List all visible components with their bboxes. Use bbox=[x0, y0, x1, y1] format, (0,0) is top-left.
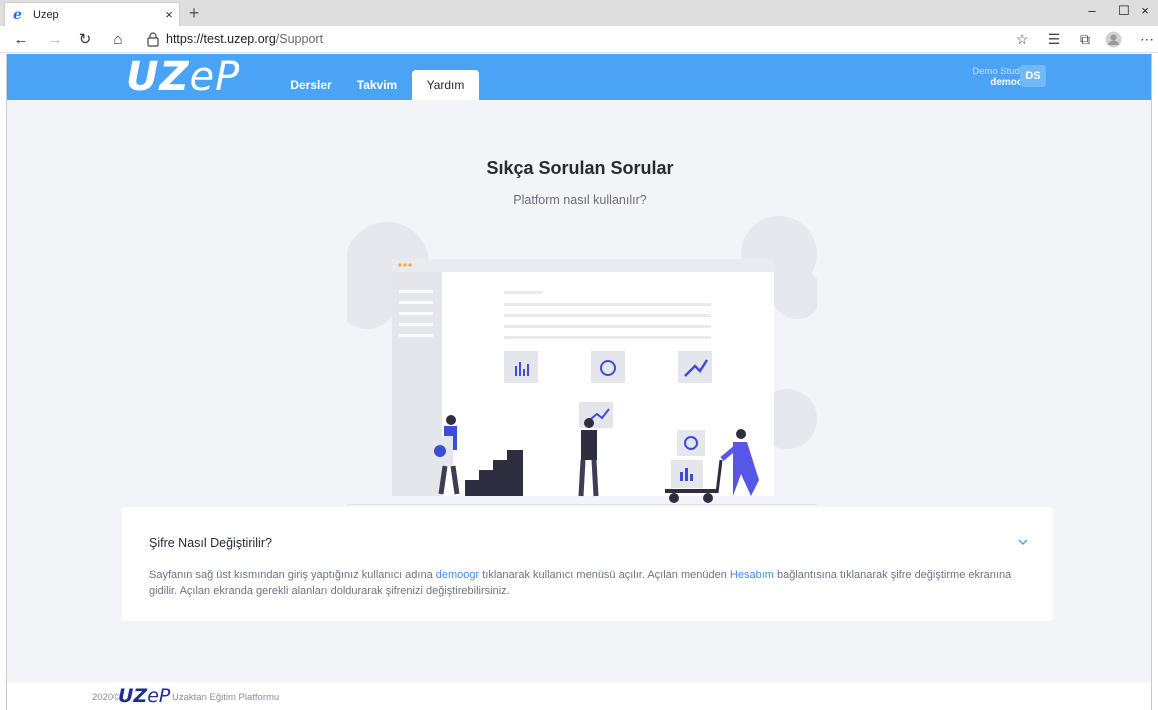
forward-arrow-icon[interactable]: → bbox=[44, 29, 66, 50]
home-icon[interactable]: ⌂ bbox=[107, 29, 129, 50]
faq-item-card: Şifre Nasıl Değiştirilir? Sayfanın sağ ü… bbox=[122, 507, 1053, 621]
uzep-logo[interactable]: UZeP bbox=[126, 57, 240, 97]
tab-title: Uzep bbox=[33, 8, 59, 21]
edge-favicon-icon: e bbox=[13, 6, 22, 23]
minimize-button[interactable]: – bbox=[1074, 0, 1110, 26]
close-window-button[interactable]: × bbox=[1132, 0, 1158, 26]
refresh-icon[interactable]: ↻ bbox=[74, 29, 96, 50]
lock-icon bbox=[147, 32, 159, 47]
profile-icon[interactable] bbox=[1105, 31, 1122, 48]
footer: 2020© UZeP Uzaktan Eğitim Platformu bbox=[7, 682, 1151, 710]
favorite-star-icon[interactable]: ☆ bbox=[1011, 29, 1033, 50]
hesabim-link[interactable]: Hesabım bbox=[730, 569, 774, 581]
avatar[interactable]: DS bbox=[1020, 65, 1046, 87]
nav-takvim[interactable]: Takvim bbox=[353, 70, 401, 100]
new-tab-button[interactable]: + bbox=[184, 3, 204, 23]
footer-tagline: Uzaktan Eğitim Platformu bbox=[172, 692, 280, 703]
browser-tab-strip: e Uzep × + – ☐ × bbox=[0, 0, 1158, 26]
more-menu-icon[interactable]: ⋯ bbox=[1136, 29, 1158, 50]
chevron-down-icon[interactable] bbox=[1016, 535, 1030, 549]
page-viewport: UZeP Dersler Takvim Yardım Demo Student … bbox=[6, 54, 1152, 710]
url-field[interactable]: https://test.uzep.org/Support bbox=[166, 32, 323, 46]
faq-question[interactable]: Şifre Nasıl Değiştirilir? bbox=[149, 536, 272, 550]
back-arrow-icon[interactable]: ← bbox=[10, 29, 32, 50]
page-title: Sıkça Sorulan Sorular bbox=[486, 158, 674, 178]
faq-answer: Sayfanın sağ üst kısmından giriş yaptığı… bbox=[149, 569, 1012, 597]
collections-icon[interactable]: ⧉ bbox=[1074, 29, 1096, 50]
top-navbar: UZeP Dersler Takvim Yardım Demo Student … bbox=[7, 54, 1151, 100]
username-link[interactable]: demoogr bbox=[436, 569, 479, 581]
favorites-list-icon[interactable]: ☰ bbox=[1043, 29, 1065, 50]
footer-year: 2020© bbox=[92, 692, 121, 703]
nav-dersler[interactable]: Dersler bbox=[285, 70, 337, 100]
dashboard-illustration bbox=[347, 216, 817, 505]
nav-yardim[interactable]: Yardım bbox=[412, 70, 479, 100]
address-bar-row: ← → ↻ ⌂ https://test.uzep.org/Support ☆ … bbox=[0, 26, 1158, 53]
tab-close-icon[interactable]: × bbox=[159, 7, 179, 22]
footer-logo: UZeP bbox=[118, 685, 171, 707]
browser-tab[interactable]: e Uzep × bbox=[4, 2, 180, 26]
